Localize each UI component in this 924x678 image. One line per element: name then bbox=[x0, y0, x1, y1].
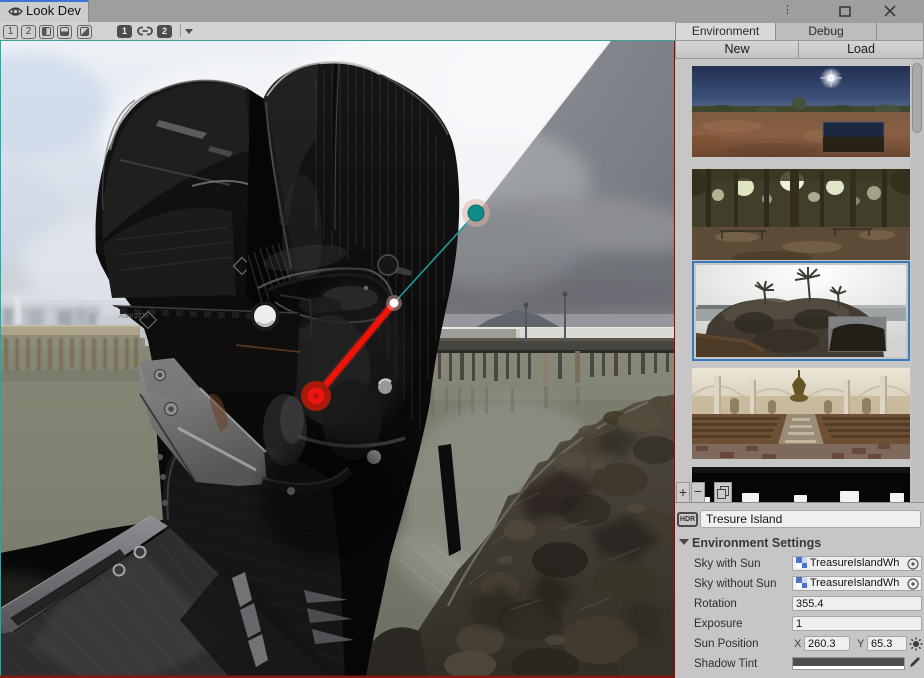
svg-text:ASNI 2770: ASNI 2770 bbox=[119, 314, 149, 320]
